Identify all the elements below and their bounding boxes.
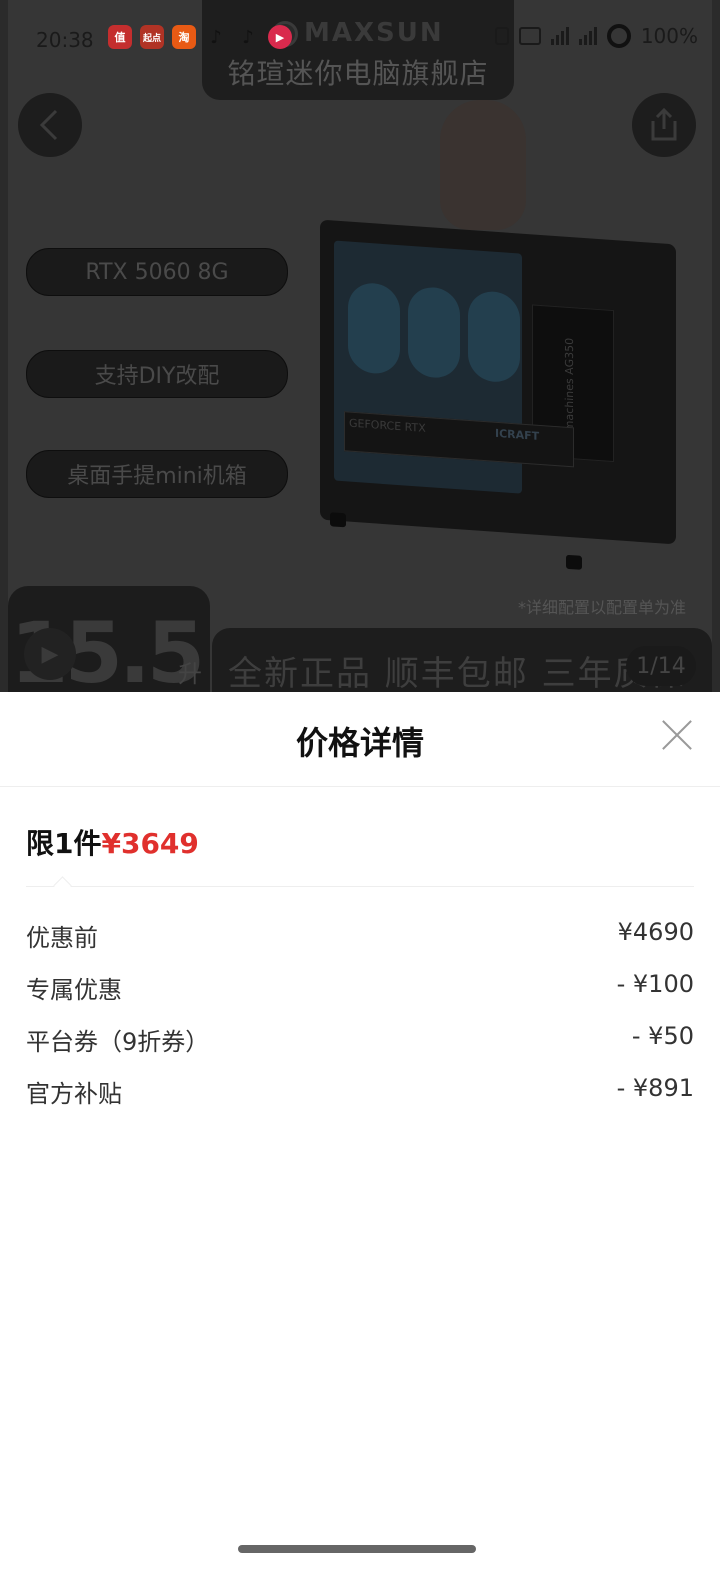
line-value: - ¥891 bbox=[616, 1074, 694, 1102]
line-label: 优惠前 bbox=[26, 924, 98, 952]
feature-text: RTX 5060 8G bbox=[85, 259, 229, 285]
chevron-left-icon bbox=[39, 109, 58, 141]
bluetooth-icon bbox=[494, 27, 509, 45]
brand-plate: ICRAFT bbox=[495, 426, 540, 443]
config-disclaimer: *详细配置以配置单为准 bbox=[517, 598, 686, 617]
price-line-official-subsidy: 官方补贴 - ¥891 bbox=[26, 1074, 694, 1110]
final-price-row: 限1件¥3649 bbox=[26, 822, 199, 862]
play-video-button[interactable]: ▶ bbox=[24, 628, 76, 680]
home-indicator[interactable] bbox=[238, 1545, 476, 1553]
app-glyph: ▶ bbox=[275, 30, 285, 44]
share-icon bbox=[651, 107, 677, 141]
zhi-app-icon: 值 bbox=[108, 25, 132, 49]
cooler-fan bbox=[408, 285, 460, 380]
signal-icon bbox=[578, 27, 597, 45]
feature-pill-gpu: RTX 5060 8G bbox=[26, 248, 288, 296]
douyin-lite-app-icon: ♪ bbox=[204, 25, 228, 49]
pc-case-illustration: emachines AG350 GEFORCE RTX ICRAFT bbox=[320, 219, 676, 570]
sheet-header: 价格详情 bbox=[0, 692, 720, 787]
battery-percent: 100% bbox=[640, 24, 698, 48]
app-glyph: 值 bbox=[114, 31, 126, 44]
system-status: 100% bbox=[494, 24, 698, 48]
divider bbox=[26, 886, 694, 887]
notification-icons: 值 起点 淘 ♪ ♪ ▶ bbox=[108, 25, 292, 49]
divider-notch bbox=[53, 876, 72, 895]
status-time: 20:38 bbox=[36, 28, 94, 52]
case-foot bbox=[566, 554, 582, 570]
quantity-limit: 限1件 bbox=[26, 827, 102, 860]
volume-unit: 升 bbox=[178, 660, 202, 688]
sheet-title: 价格详情 bbox=[295, 724, 424, 762]
close-icon[interactable] bbox=[660, 718, 694, 752]
app-glyph: 起点 bbox=[142, 33, 161, 44]
qidian-app-icon: 起点 bbox=[140, 25, 164, 49]
status-bar: 20:38 值 起点 淘 ♪ ♪ ▶ 100% bbox=[0, 18, 720, 62]
line-label: 平台券（9折券） bbox=[26, 1028, 210, 1056]
play-icon: ▶ bbox=[41, 641, 59, 667]
product-image-area: emachines AG350 GEFORCE RTX ICRAFT RTX 5… bbox=[0, 0, 720, 700]
app-glyph: 淘 bbox=[178, 31, 190, 44]
line-label: 官方补贴 bbox=[26, 1080, 122, 1108]
hand-illustration bbox=[440, 100, 526, 230]
cooler-fan bbox=[468, 289, 520, 384]
feature-text: 支持DIY改配 bbox=[94, 364, 220, 389]
image-page-indicator: 1/14 bbox=[626, 646, 696, 686]
price-detail-sheet: 价格详情 限1件¥3649 优惠前 ¥4690 专属优惠 - ¥100 平台券（… bbox=[0, 692, 720, 1584]
price-line-platform-coupon: 平台券（9折券） - ¥50 bbox=[26, 1022, 694, 1058]
douyin-app-icon: ♪ bbox=[236, 25, 260, 49]
feature-text: 桌面手提mini机箱 bbox=[67, 464, 247, 489]
signal-icon bbox=[550, 27, 569, 45]
taobao-app-icon: 淘 bbox=[172, 25, 196, 49]
slogan-text: 全新正品 顺丰包邮 三年质保 bbox=[228, 654, 686, 694]
line-value: - ¥50 bbox=[631, 1022, 694, 1050]
line-value: ¥4690 bbox=[617, 918, 694, 946]
app-glyph: ♪ bbox=[242, 26, 254, 48]
case-foot bbox=[330, 512, 346, 528]
battery-icon bbox=[606, 24, 631, 48]
gpu-label: GEFORCE RTX bbox=[349, 416, 426, 435]
share-button[interactable] bbox=[632, 93, 696, 157]
feature-pill-diy: 支持DIY改配 bbox=[26, 350, 288, 398]
line-label: 专属优惠 bbox=[26, 976, 122, 1004]
app-glyph: ♪ bbox=[210, 26, 222, 48]
psu-label: emachines AG350 bbox=[563, 337, 576, 439]
cooler-fan bbox=[348, 281, 400, 376]
video-app-icon: ▶ bbox=[268, 25, 292, 49]
price-line-original: 优惠前 ¥4690 bbox=[26, 918, 694, 954]
line-value: - ¥100 bbox=[616, 970, 694, 998]
nfc-icon bbox=[518, 27, 541, 45]
price-line-exclusive-discount: 专属优惠 - ¥100 bbox=[26, 970, 694, 1006]
final-price: ¥3649 bbox=[101, 827, 199, 860]
feature-pill-case: 桌面手提mini机箱 bbox=[26, 450, 288, 498]
back-button[interactable] bbox=[18, 93, 82, 157]
